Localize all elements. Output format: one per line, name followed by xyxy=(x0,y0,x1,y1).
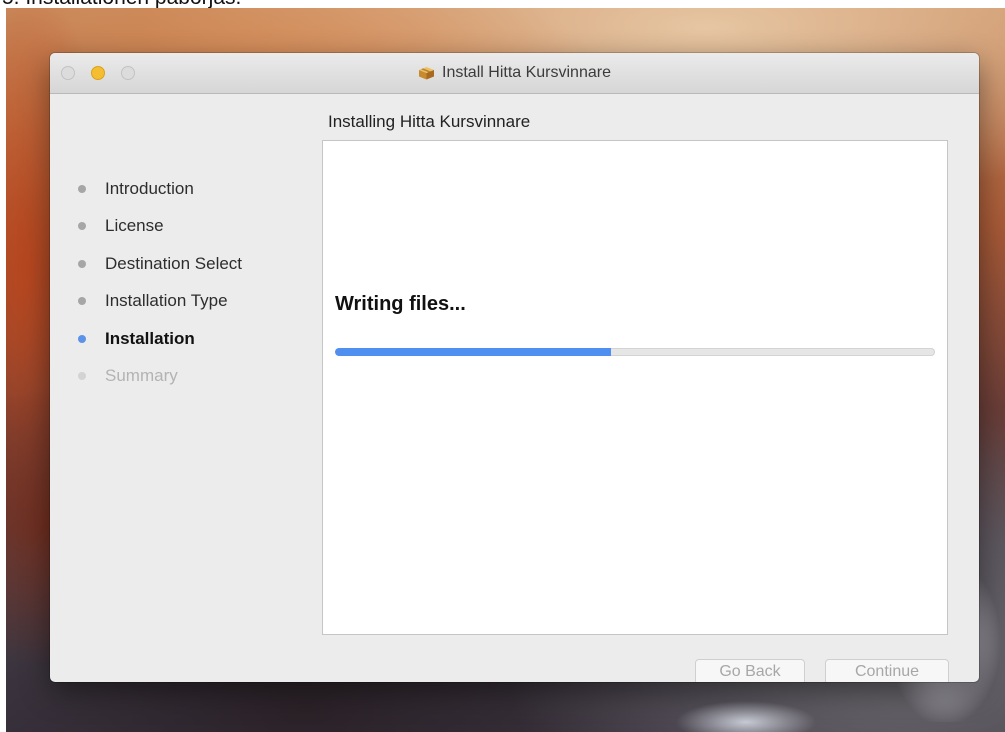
step-destination-select: Destination Select xyxy=(72,245,332,283)
step-label: Installation xyxy=(105,328,195,348)
steps-sidebar: Introduction License Destination Select … xyxy=(72,170,332,395)
step-label: Installation Type xyxy=(105,291,228,311)
install-status: Writing files... xyxy=(335,293,466,315)
step-label: Destination Select xyxy=(105,253,243,273)
step-label: Introduction xyxy=(105,178,194,198)
title-bar[interactable]: Install Hitta Kursvinnare xyxy=(50,53,979,94)
content-heading: Installing Hitta Kursvinnare xyxy=(328,112,531,131)
step-installation: Installation xyxy=(72,320,332,358)
step-installation-type: Installation Type xyxy=(72,283,332,321)
package-icon xyxy=(418,66,435,80)
install-progress-bar xyxy=(335,348,935,356)
step-current-dot-icon xyxy=(78,334,86,343)
step-dot-icon xyxy=(78,297,86,306)
caption-text: 5. Installationen påbörjas. xyxy=(0,0,1005,8)
step-license: License xyxy=(72,208,332,246)
window-title-wrap: Install Hitta Kursvinnare xyxy=(50,53,979,93)
step-summary: Summary xyxy=(72,358,332,396)
installer-window: Install Hitta Kursvinnare Introduction L… xyxy=(50,53,979,682)
step-introduction: Introduction xyxy=(72,170,332,208)
continue-button[interactable]: Continue xyxy=(825,659,949,682)
content-pane: Writing files... xyxy=(322,140,948,635)
step-dot-icon xyxy=(78,222,86,231)
install-progress-fill xyxy=(335,348,611,356)
desktop-background: Install Hitta Kursvinnare Introduction L… xyxy=(6,8,1005,732)
step-dot-icon xyxy=(78,259,86,268)
caption-label: 5. Installationen påbörjas. xyxy=(0,0,241,8)
go-back-button[interactable]: Go Back xyxy=(695,659,805,682)
step-pending-dot-icon xyxy=(78,372,86,381)
step-label: Summary xyxy=(105,366,178,386)
wallpaper-snow-lower xyxy=(646,682,846,732)
window-title: Install Hitta Kursvinnare xyxy=(442,64,611,81)
step-label: License xyxy=(105,216,164,236)
step-dot-icon xyxy=(78,184,86,193)
